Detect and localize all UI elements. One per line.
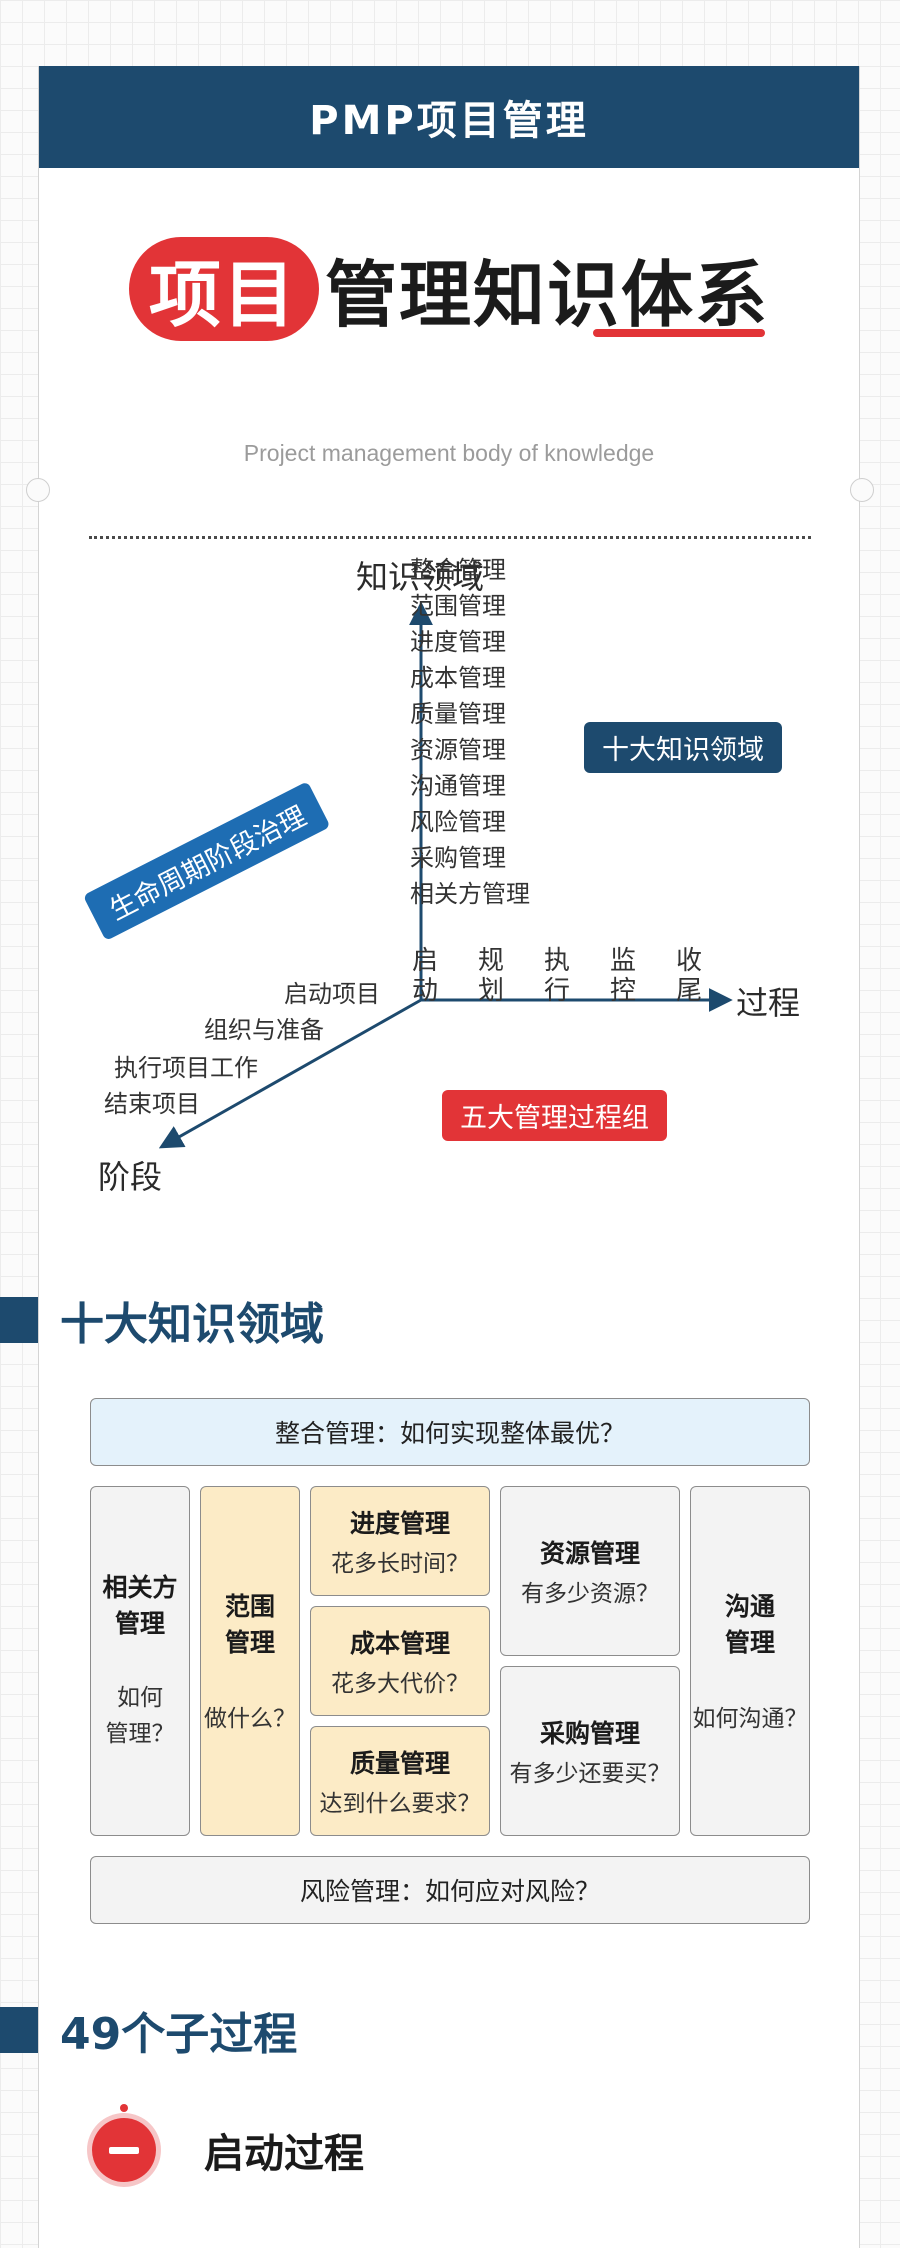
process-group-char: 执: [543, 946, 570, 976]
knowledge-area-list: 整合管理范围管理进度管理成本管理质量管理资源管理沟通管理风险管理采购管理相关方管…: [410, 552, 530, 912]
communication-sub: 如何沟通？: [692, 1706, 808, 1732]
section-marker: [0, 1297, 38, 1343]
process-group-column: 规划: [476, 946, 506, 1006]
process-group-char: 行: [543, 976, 570, 1006]
process-group-char: 启: [411, 946, 438, 976]
section-heading-ten-areas: 十大知识领域: [0, 1288, 324, 1352]
cost-sub: 花多大代价？: [331, 1671, 469, 1697]
subsection-title-text: 启动过程: [204, 2131, 364, 2177]
communication-title-2: 管理: [724, 1628, 775, 1657]
scope-title-1: 范围: [224, 1592, 275, 1621]
stakeholder-sub-2: 管理？: [105, 1721, 175, 1747]
quality-sub: 达到什么要求？: [319, 1791, 481, 1817]
section-title: 49个子过程: [60, 2009, 298, 2060]
process-group-char: 划: [477, 976, 504, 1006]
box-schedule: 进度管理 花多长时间？: [310, 1486, 490, 1596]
x-axis-label: 过程: [736, 984, 801, 1022]
knowledge-area-item: 整合管理: [410, 556, 506, 584]
section-marker: [0, 2007, 38, 2053]
tag-ten-areas: 十大知识领域: [584, 722, 782, 773]
process-group-columns: 启动规划执行监控收尾: [410, 946, 740, 1006]
process-group-char: 控: [609, 976, 636, 1006]
knowledge-area-item: 资源管理: [410, 736, 506, 764]
cost-title: 成本管理: [349, 1629, 450, 1658]
box-integration: 整合管理：如何实现整体最优？: [90, 1398, 810, 1466]
box-procurement: 采购管理 有多少还要买？: [500, 1666, 680, 1836]
communication-title: 沟通 管理: [725, 1589, 775, 1661]
process-group-column: 监控: [608, 946, 638, 1006]
subsection-title: 启动过程: [194, 2121, 372, 2179]
knowledge-area-item: 质量管理: [410, 700, 506, 728]
process-group-column: 执行: [542, 946, 572, 1006]
process-group-char: 收: [675, 946, 702, 976]
subsection-initiating: 启动过程: [92, 2104, 372, 2182]
process-group-char: 尾: [675, 976, 702, 1006]
scope-title-2: 管理: [224, 1628, 275, 1657]
minus-circle-icon: [92, 2104, 156, 2182]
phase-item: 启动项目: [284, 980, 380, 1008]
knowledge-area-item: 进度管理: [410, 628, 506, 656]
schedule-sub: 花多长时间？: [331, 1551, 469, 1577]
knowledge-area-item: 相关方管理: [410, 880, 530, 908]
phase-item: 结束项目: [104, 1090, 200, 1118]
scope-title: 范围 管理: [225, 1589, 275, 1661]
stakeholder-sub: 如何 管理？: [106, 1680, 175, 1752]
box-resource: 资源管理 有多少资源？: [500, 1486, 680, 1656]
box-communication: 沟通 管理 如何沟通？: [690, 1486, 810, 1836]
box-cost: 成本管理 花多大代价？: [310, 1606, 490, 1716]
resource-sub: 有多少资源？: [521, 1581, 659, 1607]
process-group-column: 收尾: [674, 946, 704, 1006]
stakeholder-sub-1: 如何: [117, 1685, 163, 1711]
procurement-sub: 有多少还要买？: [509, 1761, 671, 1787]
communication-title-1: 沟通: [724, 1592, 775, 1621]
section-heading-sub-processes: 49个子过程: [0, 1998, 297, 2062]
phase-item: 组织与准备: [204, 1016, 324, 1044]
knowledge-area-item: 成本管理: [410, 664, 506, 692]
integration-text: 整合管理：如何实现整体最优？: [274, 1419, 625, 1448]
knowledge-area-item: 风险管理: [410, 808, 506, 836]
phase-item: 执行项目工作: [114, 1054, 258, 1082]
tag-five-groups: 五大管理过程组: [442, 1090, 667, 1141]
knowledge-area-item: 范围管理: [410, 592, 506, 620]
z-axis-label: 阶段: [98, 1158, 163, 1196]
risk-text: 风险管理：如何应对风险？: [299, 1877, 600, 1906]
process-group-char: 规: [477, 946, 504, 976]
stakeholder-title-2: 管理: [114, 1609, 165, 1638]
process-group-char: 监: [609, 946, 636, 976]
procurement-title: 采购管理: [539, 1719, 640, 1748]
resource-title: 资源管理: [539, 1539, 640, 1568]
quality-title: 质量管理: [349, 1749, 450, 1778]
stakeholder-title: 相关方 管理: [102, 1570, 177, 1642]
knowledge-area-item: 沟通管理: [410, 772, 506, 800]
box-scope: 范围 管理 做什么？: [200, 1486, 300, 1836]
knowledge-area-item: 采购管理: [410, 844, 506, 872]
box-quality: 质量管理 达到什么要求？: [310, 1726, 490, 1836]
process-group-column: 启动: [410, 946, 440, 1006]
stakeholder-title-1: 相关方: [102, 1573, 178, 1602]
process-group-char: 动: [411, 976, 438, 1006]
scope-sub: 做什么？: [204, 1706, 296, 1732]
box-stakeholder: 相关方 管理 如何 管理？: [90, 1486, 190, 1836]
schedule-title: 进度管理: [349, 1509, 450, 1538]
section-title: 十大知识领域: [60, 1299, 324, 1350]
box-risk: 风险管理：如何应对风险？: [90, 1856, 810, 1924]
